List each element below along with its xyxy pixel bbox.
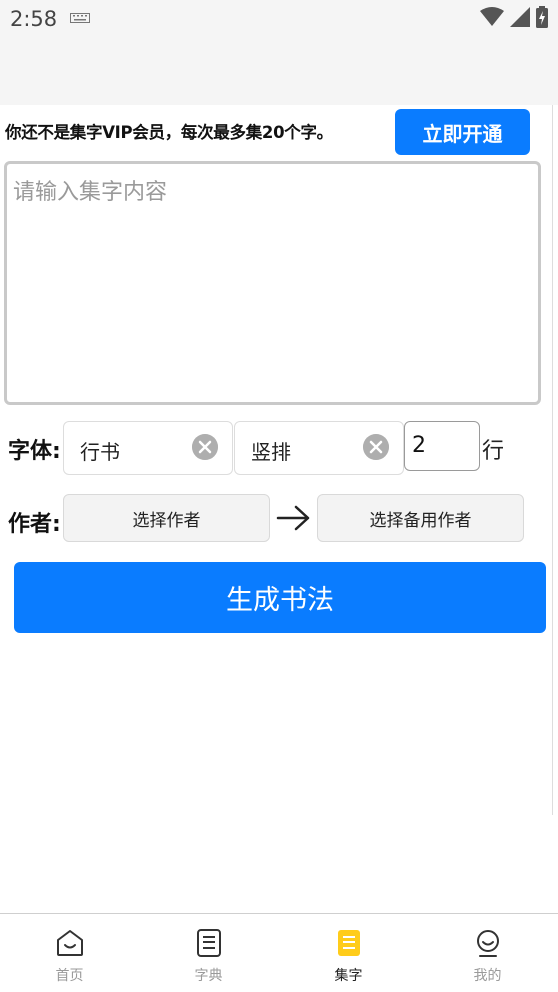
bottom-tab-bar: 首页 字典 集字 我的 bbox=[0, 913, 558, 992]
battery-icon bbox=[536, 6, 548, 28]
tab-dictionary[interactable]: 字典 bbox=[139, 914, 278, 992]
author-label: 作者: bbox=[8, 512, 61, 537]
collect-content-input[interactable]: 请输入集字内容 bbox=[4, 161, 541, 405]
dictionary-icon bbox=[197, 929, 221, 957]
scroll-divider bbox=[552, 105, 558, 815]
tab-profile[interactable]: 我的 bbox=[418, 914, 557, 992]
content-input-placeholder: 请输入集字内容 bbox=[13, 180, 168, 205]
tab-collect-label: 集字 bbox=[334, 968, 363, 984]
vip-notice-text: 你还不是集字VIP会员，每次最多集20个字。 bbox=[5, 123, 333, 142]
clear-layout-icon[interactable] bbox=[363, 434, 389, 460]
home-icon bbox=[57, 930, 83, 956]
tab-home-label: 首页 bbox=[55, 968, 84, 984]
profile-icon bbox=[477, 930, 499, 957]
font-label: 字体: bbox=[8, 439, 61, 464]
arrow-right-icon bbox=[276, 505, 310, 531]
rows-suffix-label: 行 bbox=[482, 439, 505, 464]
font-style-select[interactable]: 行书 bbox=[63, 421, 233, 475]
select-author-button[interactable]: 选择作者 bbox=[63, 494, 270, 542]
tab-profile-label: 我的 bbox=[473, 968, 502, 984]
collect-icon bbox=[338, 930, 360, 956]
status-bar: 2:58 bbox=[0, 0, 558, 105]
clear-font-style-icon[interactable] bbox=[192, 434, 218, 460]
tab-home[interactable]: 首页 bbox=[0, 914, 139, 992]
rows-count-input[interactable]: 2 bbox=[404, 421, 480, 471]
tab-collect[interactable]: 集字 bbox=[279, 914, 418, 992]
keyboard-icon bbox=[70, 13, 90, 23]
signal-icon bbox=[510, 7, 530, 27]
tab-dictionary-label: 字典 bbox=[194, 968, 223, 984]
wifi-icon bbox=[480, 7, 504, 26]
layout-value: 竖排 bbox=[251, 440, 291, 464]
activate-vip-button[interactable]: 立即开通 bbox=[395, 109, 530, 155]
status-time: 2:58 bbox=[10, 7, 58, 31]
generate-calligraphy-button[interactable]: 生成书法 bbox=[14, 562, 546, 633]
font-style-value: 行书 bbox=[80, 440, 120, 464]
select-backup-author-button[interactable]: 选择备用作者 bbox=[317, 494, 524, 542]
rows-count-value: 2 bbox=[412, 433, 426, 458]
layout-select[interactable]: 竖排 bbox=[234, 421, 404, 475]
